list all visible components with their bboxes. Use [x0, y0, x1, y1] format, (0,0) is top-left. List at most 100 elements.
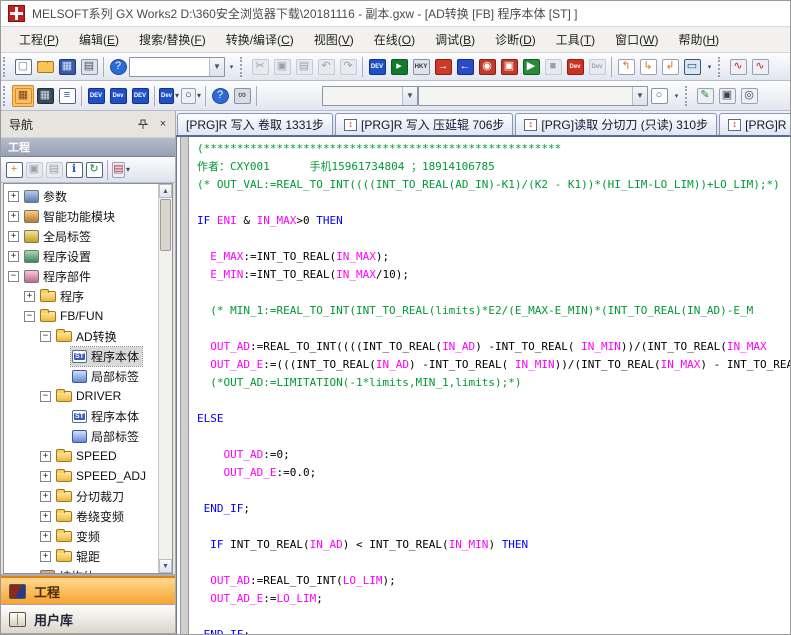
watch-combobox-1[interactable]: ▼: [322, 86, 418, 106]
start-monitor-button[interactable]: ▶: [520, 56, 542, 78]
tree-item-15[interactable]: +分切裁刀: [4, 486, 158, 506]
tree-item-19[interactable]: 结构体...: [4, 566, 158, 573]
chevron-down-icon[interactable]: ▼: [402, 87, 417, 105]
tree-item-8[interactable]: ST程序本体: [4, 346, 158, 366]
menu-item-8[interactable]: 工具(T): [546, 27, 605, 52]
tree-item-6[interactable]: −FB/FUN: [4, 306, 158, 326]
new-data-button[interactable]: +: [4, 160, 24, 180]
monitor-mode-button[interactable]: ◉: [476, 56, 498, 78]
document-tab-2[interactable]: ↕[PRG]读取 分切刀 (只读) 310步: [515, 113, 717, 135]
help-2-button[interactable]: ?: [209, 85, 231, 107]
doc-find-button[interactable]: ◎: [738, 85, 760, 107]
tree-item-2[interactable]: +全局标签: [4, 226, 158, 246]
menu-item-0[interactable]: 工程(P): [9, 27, 69, 52]
tree-item-11[interactable]: ST程序本体: [4, 406, 158, 426]
print-button[interactable]: ▤: [78, 56, 100, 78]
chevron-down-icon[interactable]: ▼: [632, 87, 647, 105]
sampling-trace-button[interactable]: ∿: [727, 56, 749, 78]
document-tab-1[interactable]: ↕[PRG]R 写入 压延辊 706步: [335, 113, 513, 135]
close-icon[interactable]: ×: [155, 116, 171, 132]
write-to-plc-button[interactable]: →: [432, 56, 454, 78]
tree-item-4[interactable]: −程序部件: [4, 266, 158, 286]
trace-register-button[interactable]: ∿: [749, 56, 771, 78]
scroll-thumb[interactable]: [160, 199, 171, 251]
read-from-plc-button[interactable]: ←: [454, 56, 476, 78]
help-button[interactable]: ?: [107, 56, 129, 78]
scroll-up-icon[interactable]: ▲: [159, 184, 172, 198]
collapse-icon[interactable]: −: [40, 331, 51, 342]
expand-icon[interactable]: +: [40, 471, 51, 482]
tree-item-16[interactable]: +卷绕变频: [4, 506, 158, 526]
document-tab-3[interactable]: ↕[PRG]R 写: [719, 113, 790, 135]
menu-item-10[interactable]: 帮助(H): [668, 27, 729, 52]
menu-item-7[interactable]: 诊断(D): [485, 27, 546, 52]
project-combobox[interactable]: ▼: [129, 57, 225, 77]
key-input-button[interactable]: HKY: [410, 56, 432, 78]
expand-icon[interactable]: +: [8, 231, 19, 242]
expand-icon[interactable]: +: [24, 291, 35, 302]
expand-icon[interactable]: +: [40, 451, 51, 462]
navigation-window-button[interactable]: ▦: [12, 85, 34, 107]
collapse-icon[interactable]: −: [24, 311, 35, 322]
tree-item-9[interactable]: 局部标签: [4, 366, 158, 386]
tree-item-10[interactable]: −DRIVER: [4, 386, 158, 406]
pin-icon[interactable]: [135, 116, 151, 132]
data-attributes-button[interactable]: ℹ: [64, 160, 84, 180]
user-library-button[interactable]: 用户库: [1, 605, 175, 634]
project-view-button[interactable]: 工程: [1, 576, 175, 605]
scroll-down-icon[interactable]: ▼: [159, 559, 172, 573]
tree-item-17[interactable]: +变频: [4, 526, 158, 546]
new-file-button[interactable]: ▢: [12, 56, 34, 78]
toolbar-options-chevron-3[interactable]: ▾: [670, 85, 683, 107]
expand-icon[interactable]: +: [8, 211, 19, 222]
device-display-button[interactable]: Dev▾: [158, 85, 180, 107]
tree-item-0[interactable]: +参数: [4, 186, 158, 206]
tree-item-1[interactable]: +智能功能模块: [4, 206, 158, 226]
tree-item-14[interactable]: +SPEED_ADJ: [4, 466, 158, 486]
work-window-list-button[interactable]: ≡: [56, 85, 78, 107]
tree-item-13[interactable]: +SPEED: [4, 446, 158, 466]
display-screen-button[interactable]: ▭: [681, 56, 703, 78]
toolbar-options-chevron[interactable]: ▾: [225, 56, 238, 78]
expand-icon[interactable]: +: [40, 531, 51, 542]
refresh-button[interactable]: ↻: [84, 160, 104, 180]
collapse-icon[interactable]: −: [40, 391, 51, 402]
comment-jump-prev-button[interactable]: ↰: [615, 56, 637, 78]
comment-jump-next-button[interactable]: ↳: [637, 56, 659, 78]
scroll-track[interactable]: [159, 252, 172, 559]
device-comment-button[interactable]: DEV: [366, 56, 388, 78]
expand-icon[interactable]: +: [8, 191, 19, 202]
chevron-down-icon[interactable]: ▼: [209, 58, 224, 76]
expand-icon[interactable]: +: [8, 251, 19, 262]
tree-item-7[interactable]: −AD转换: [4, 326, 158, 346]
find-binoculars-button[interactable]: ∞: [231, 85, 253, 107]
device-zoom-button[interactable]: ○▾: [180, 85, 202, 107]
tree-item-3[interactable]: +程序设置: [4, 246, 158, 266]
doc-duplicate-button[interactable]: ▣: [716, 85, 738, 107]
watch-combobox-2[interactable]: ▼: [418, 86, 648, 106]
st-editor[interactable]: (***************************************…: [176, 137, 790, 634]
tree-scrollbar[interactable]: ▲ ▼: [158, 184, 172, 573]
open-button[interactable]: [34, 56, 56, 78]
menu-item-4[interactable]: 视图(V): [304, 27, 364, 52]
menu-item-3[interactable]: 转换/编译(C): [216, 27, 304, 52]
terminal-monitor-button[interactable]: ▸: [388, 56, 410, 78]
expand-icon[interactable]: +: [40, 511, 51, 522]
menu-item-5[interactable]: 在线(O): [364, 27, 425, 52]
monitor-write-mode-button[interactable]: ▣: [498, 56, 520, 78]
expand-icon[interactable]: +: [40, 491, 51, 502]
menu-item-1[interactable]: 编辑(E): [69, 27, 129, 52]
module-configuration-button[interactable]: ▦: [34, 85, 56, 107]
print-preview-button[interactable]: ○: [648, 85, 670, 107]
device-list-button[interactable]: Dev: [107, 85, 129, 107]
device-batch-button[interactable]: DEV: [129, 85, 151, 107]
save-button[interactable]: ▦: [56, 56, 78, 78]
sort-filter-button[interactable]: ▤▾: [111, 160, 131, 180]
comment-edit-button[interactable]: ↲: [659, 56, 681, 78]
expand-icon[interactable]: +: [40, 551, 51, 562]
menu-item-6[interactable]: 调试(B): [425, 27, 485, 52]
document-tab-0[interactable]: [PRG]R 写入 卷取 1331步: [177, 113, 333, 135]
st-edit-button[interactable]: ✎: [694, 85, 716, 107]
device-find-button[interactable]: DEV: [85, 85, 107, 107]
tree-item-5[interactable]: +程序: [4, 286, 158, 306]
